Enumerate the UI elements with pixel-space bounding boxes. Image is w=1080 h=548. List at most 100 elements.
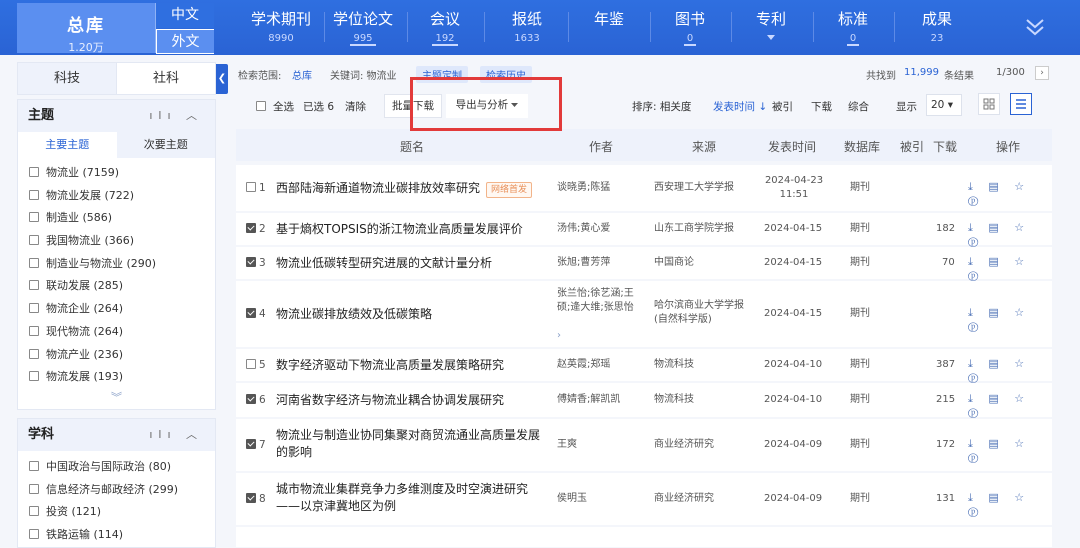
row-actions[interactable]: ⤓ ▤ ☆ ⓟ: [968, 392, 1052, 420]
row-actions[interactable]: ⤓ ▤ ☆ ⓟ: [968, 221, 1052, 249]
nav-item-standards[interactable]: 标准 0: [828, 8, 878, 46]
collapse-sidebar-icon[interactable]: ❮: [216, 64, 228, 94]
table-header: 题名 作者 来源 发表时间 数据库 被引 下载 操作: [236, 129, 1052, 161]
tab-secondary-topics[interactable]: 次要主题: [116, 132, 215, 158]
checkbox[interactable]: [29, 257, 39, 268]
topic-filter-item[interactable]: 物流企业 (264): [18, 298, 215, 321]
checkbox[interactable]: [29, 348, 39, 359]
row-actions[interactable]: ⤓ ▤ ☆ ⓟ: [968, 437, 1052, 465]
row-title[interactable]: 西部陆海新通道物流业碳排放效率研究: [276, 181, 480, 195]
nav-item-newspaper[interactable]: 报纸 1633: [502, 8, 552, 44]
sort-overall[interactable]: 综合: [848, 99, 869, 114]
topic-filter-item[interactable]: 物流发展 (193): [18, 366, 215, 389]
subject-filter-item[interactable]: 投资 (121): [18, 501, 215, 524]
row-title[interactable]: 河南省数字经济与物流业耦合协调发展研究: [276, 392, 504, 409]
row-actions[interactable]: ⤓ ▤ ☆ ⓟ: [968, 491, 1052, 519]
checkbox[interactable]: [29, 212, 39, 223]
grid-view-icon[interactable]: [978, 93, 1000, 115]
sort-download[interactable]: 下载: [811, 99, 832, 114]
nav-item-theses[interactable]: 学位论文 995: [333, 8, 393, 46]
table-row[interactable]: 4 物流业碳排放绩效及低碳策略 张兰怡;徐艺涵;王硕;逄大维;张思怡 › 哈尔滨…: [236, 281, 1052, 347]
next-page-button[interactable]: ›: [1035, 66, 1049, 80]
table-row[interactable]: [236, 527, 1052, 547]
row-title[interactable]: 基于熵权TOPSIS的浙江物流业高质量发展评价: [276, 221, 523, 238]
checkbox[interactable]: [29, 303, 39, 314]
sort-relevance[interactable]: 排序: 相关度: [632, 99, 691, 114]
row-checkbox[interactable]: [246, 359, 256, 369]
list-view-icon[interactable]: [1010, 93, 1032, 115]
topic-filter-item[interactable]: 物流业 (7159): [18, 162, 215, 185]
sort-cited[interactable]: 被引: [772, 99, 793, 114]
checkbox[interactable]: [29, 325, 39, 336]
table-row[interactable]: 1 西部陆海新通道物流业碳排放效率研究 网络首发 谈晓勇;陈猛 西安理工大学学报 …: [236, 165, 1052, 211]
topic-filter-item[interactable]: 联动发展 (285): [18, 275, 215, 298]
lang-chinese[interactable]: 中文: [156, 3, 214, 28]
row-checkbox[interactable]: [246, 439, 256, 449]
checkbox[interactable]: [29, 235, 39, 246]
table-row[interactable]: 5 数字经济驱动下物流业高质量发展策略研究 赵英霞;郑瑶 物流科技 2024-0…: [236, 349, 1052, 384]
chart-collapse-icon[interactable]: ılı ︿: [149, 419, 203, 451]
nav-item-patents[interactable]: 专利: [746, 8, 796, 44]
tab-social-science[interactable]: 社科: [116, 63, 215, 94]
topic-filter-item[interactable]: 物流业发展 (722): [18, 185, 215, 208]
topic-filter-item[interactable]: 制造业与物流业 (290): [18, 253, 215, 276]
selected-count: 6: [327, 101, 335, 113]
checkbox[interactable]: [29, 371, 39, 382]
row-actions[interactable]: ⤓ ▤ ☆ ⓟ: [968, 255, 1052, 283]
table-row[interactable]: 7 物流业与制造业协同集聚对商贸流通业高质量发展的影响 王爽 商业经济研究 20…: [236, 419, 1052, 471]
row-checkbox[interactable]: [246, 257, 256, 267]
row-actions[interactable]: ⤓ ▤ ☆ ⓟ: [968, 357, 1052, 385]
row-checkbox[interactable]: [246, 182, 256, 192]
nav-item-journals[interactable]: 学术期刊 8990: [251, 8, 311, 44]
topic-filter-item[interactable]: 制造业 (586): [18, 207, 215, 230]
row-actions[interactable]: ⤓ ▤ ☆ ⓟ: [968, 306, 1052, 334]
row-title[interactable]: 城市物流业集群竞争力多维测度及时空演进研究——以京津冀地区为例: [276, 481, 546, 515]
expand-authors-icon[interactable]: ›: [557, 329, 561, 343]
nav-zongku[interactable]: 总库 1.20万: [17, 3, 156, 54]
topic-filter-item[interactable]: 我国物流业 (366): [18, 230, 215, 253]
row-actions[interactable]: ⤓ ▤ ☆ ⓟ: [968, 180, 1052, 208]
checkbox[interactable]: [29, 483, 39, 494]
chart-collapse-icon[interactable]: ılı ︿: [149, 100, 203, 132]
topic-panel-title: 主题: [28, 108, 55, 123]
checkbox[interactable]: [29, 280, 39, 291]
checkbox[interactable]: [29, 506, 39, 517]
nav-item-achievements[interactable]: 成果 23: [912, 8, 962, 44]
tab-science[interactable]: 科技: [18, 63, 116, 94]
online-first-badge: 网络首发: [486, 182, 533, 198]
row-title[interactable]: 数字经济驱动下物流业高质量发展策略研究: [276, 357, 504, 374]
table-row[interactable]: 6 河南省数字经济与物流业耦合协调发展研究 傅婧香;解凯凯 物流科技 2024-…: [236, 383, 1052, 420]
row-checkbox[interactable]: [246, 223, 256, 233]
row-checkbox[interactable]: [246, 493, 256, 503]
row-title[interactable]: 物流业低碳转型研究进展的文献计量分析: [276, 255, 492, 272]
sort-pubtime[interactable]: 发表时间 ↓: [713, 99, 767, 114]
checkbox[interactable]: [29, 528, 39, 539]
select-all-checkbox[interactable]: 全选: [256, 99, 294, 114]
row-title[interactable]: 物流业与制造业协同集聚对商贸流通业高质量发展的影响: [276, 427, 546, 461]
expand-chevron-icon[interactable]: [1022, 14, 1048, 40]
subject-filter-item[interactable]: 铁路运输 (114): [18, 524, 215, 547]
row-title[interactable]: 物流业碳排放绩效及低碳策略: [276, 306, 432, 323]
table-row[interactable]: 2 基于熵权TOPSIS的浙江物流业高质量发展评价 汤伟;黄心爱 山东工商学院学…: [236, 213, 1052, 248]
row-checkbox[interactable]: [246, 394, 256, 404]
checkbox[interactable]: [29, 460, 39, 471]
clear-button[interactable]: 清除: [345, 99, 366, 114]
topic-filter-item[interactable]: 现代物流 (264): [18, 321, 215, 344]
checkbox[interactable]: [29, 189, 39, 200]
results-area: 检索范围: 总库 关键词: 物流业 主题定制 检索历史 共找到 11,999 条…: [236, 62, 1056, 547]
subject-filter-item[interactable]: 中国政治与国际政治 (80): [18, 456, 215, 479]
checkbox[interactable]: [29, 167, 39, 177]
lang-foreign[interactable]: 外文: [156, 29, 214, 54]
nav-item-conference[interactable]: 会议 192: [420, 8, 470, 46]
row-checkbox[interactable]: [246, 308, 256, 318]
nav-item-yearbook[interactable]: 年鉴: [584, 8, 634, 33]
tab-main-topics[interactable]: 主要主题: [18, 132, 117, 158]
subject-filter-item[interactable]: 信息经济与邮政经济 (299): [18, 479, 215, 502]
show-more-icon[interactable]: ︾: [18, 389, 215, 409]
table-row[interactable]: 8 城市物流业集群竞争力多维测度及时空演进研究——以京津冀地区为例 侯明玉 商业…: [236, 473, 1052, 525]
nav-item-books[interactable]: 图书 0: [665, 8, 715, 46]
scope-keyword: 关键词: 物流业: [330, 71, 397, 82]
topic-filter-item[interactable]: 物流产业 (236): [18, 344, 215, 367]
page-size-select[interactable]: 20 ▾: [926, 94, 962, 116]
table-row[interactable]: 3 物流业低碳转型研究进展的文献计量分析 张旭;曹芳萍 中国商论 2024-04…: [236, 247, 1052, 282]
